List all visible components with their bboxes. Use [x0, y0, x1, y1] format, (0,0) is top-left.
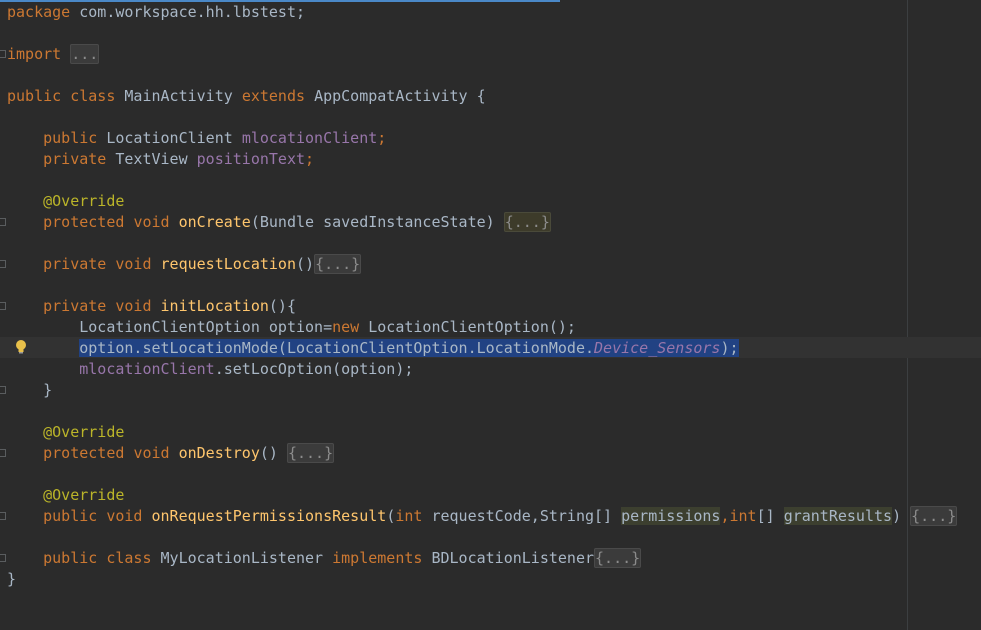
code-line-annotation[interactable]: @Override: [7, 422, 124, 443]
keyword: protected: [43, 444, 125, 462]
fold-marker-icon[interactable]: [0, 386, 6, 394]
fold-marker-icon[interactable]: [0, 449, 6, 457]
statement: .setLocOption(option);: [214, 360, 414, 378]
method-name: onDestroy: [178, 444, 260, 462]
keyword: class: [70, 87, 116, 105]
fold-marker-icon[interactable]: [0, 260, 6, 268]
unused-param: grantResults: [783, 507, 893, 525]
keyword: void: [115, 297, 152, 315]
code-line-oncreate[interactable]: protected void onCreate(Bundle savedInst…: [7, 212, 551, 233]
code-line-on-request-permissions[interactable]: public void onRequestPermissionsResult(i…: [7, 506, 958, 527]
parent-class: AppCompatActivity: [314, 87, 468, 105]
statement: LocationClientOption();: [359, 318, 576, 336]
folded-body[interactable]: {...}: [286, 443, 335, 463]
fold-marker-icon[interactable]: [0, 554, 6, 562]
code-line-set-loc-option[interactable]: mlocationClient.setLocOption(option);: [7, 359, 413, 380]
method-name: requestLocation: [160, 255, 296, 273]
code-line-annotation[interactable]: @Override: [7, 191, 124, 212]
fold-marker-icon[interactable]: [0, 50, 6, 58]
brace: }: [43, 381, 53, 399]
code-line-ondestroy[interactable]: protected void onDestroy() {...}: [7, 443, 335, 464]
fold-marker-icon[interactable]: [0, 512, 6, 520]
keyword: extends: [241, 87, 306, 105]
keyword: package: [7, 3, 71, 21]
fold-marker-icon[interactable]: [0, 218, 6, 226]
statement: option.setLocationMode(LocationClientOpt…: [79, 339, 595, 357]
folded-imports[interactable]: ...: [70, 44, 100, 64]
package-name: com.workspace.hh.lbstest;: [70, 3, 306, 21]
class-name: MyLocationListener: [151, 549, 333, 567]
keyword: import: [7, 45, 62, 63]
annotation: @Override: [43, 192, 125, 210]
keyword: void: [133, 444, 170, 462]
right-margin-guide: [907, 0, 908, 630]
fold-marker-icon[interactable]: [0, 302, 6, 310]
method-name: initLocation: [160, 297, 269, 315]
field-name: positionText: [196, 150, 306, 168]
enum-constant: Device_Sensors: [594, 339, 721, 357]
comma: ,: [720, 507, 730, 525]
keyword: public: [7, 87, 62, 105]
folded-body[interactable]: {...}: [314, 254, 362, 274]
code-line-package[interactable]: package com.workspace.hh.lbstest;: [7, 2, 305, 23]
keyword: void: [133, 213, 170, 231]
params: (): [259, 444, 287, 462]
folded-body[interactable]: {...}: [594, 548, 642, 568]
code-line-init-location[interactable]: private void initLocation(){: [7, 296, 296, 317]
code-line-import[interactable]: import ...: [7, 44, 100, 65]
keyword: new: [332, 318, 360, 336]
keyword: void: [115, 255, 152, 273]
keyword: class: [106, 549, 152, 567]
folded-body[interactable]: {...}: [503, 212, 551, 232]
annotation: @Override: [43, 486, 125, 504]
keyword: protected: [43, 213, 125, 231]
code-line-final-brace[interactable]: }: [7, 569, 16, 590]
field-name: mlocationClient: [79, 360, 215, 378]
params: []: [756, 507, 784, 525]
selected-text[interactable]: option.setLocationMode(LocationClientOpt…: [79, 339, 739, 357]
field-name: mlocationClient: [241, 129, 378, 147]
code-editor[interactable]: package com.workspace.hh.lbstest; import…: [0, 0, 981, 630]
folded-body[interactable]: {...}: [910, 506, 958, 526]
keyword: private: [43, 150, 107, 168]
params: (Bundle savedInstanceState): [250, 213, 504, 231]
params: (): [296, 255, 315, 273]
keyword: public: [43, 549, 98, 567]
code-line-set-location-mode[interactable]: option.setLocationMode(LocationClientOpt…: [7, 338, 739, 359]
keyword: void: [106, 507, 143, 525]
params: (){: [268, 297, 296, 315]
keyword: int: [729, 507, 757, 525]
class-name: MainActivity: [124, 87, 233, 105]
brace: }: [7, 570, 17, 588]
type-name: TextView: [106, 150, 197, 168]
code-line-class-declaration[interactable]: public class MainActivity extends AppCom…: [7, 86, 486, 107]
code-line-close-brace[interactable]: }: [7, 380, 52, 401]
keyword: private: [43, 255, 107, 273]
statement: LocationClientOption option=: [79, 318, 333, 336]
keyword: public: [43, 507, 98, 525]
unused-param: permissions: [621, 507, 721, 525]
keyword: private: [43, 297, 107, 315]
statement: );: [720, 339, 739, 357]
interface-name: BDLocationListener: [422, 549, 595, 567]
keyword: implements: [332, 549, 423, 567]
type-name: LocationClient: [97, 129, 242, 147]
code-line-field-location-client[interactable]: public LocationClient mlocationClient;: [7, 128, 386, 149]
params: ): [892, 507, 911, 525]
code-line-annotation[interactable]: @Override: [7, 485, 124, 506]
keyword: int: [395, 507, 423, 525]
keyword: public: [43, 129, 98, 147]
semicolon: ;: [377, 129, 387, 147]
method-name: onCreate: [178, 213, 251, 231]
code-line-inner-class[interactable]: public class MyLocationListener implemen…: [7, 548, 642, 569]
code-line-option[interactable]: LocationClientOption option=new Location…: [7, 317, 576, 338]
brace: {: [476, 87, 486, 105]
method-name: onRequestPermissionsResult: [151, 507, 387, 525]
code-line-request-location[interactable]: private void requestLocation(){...}: [7, 254, 362, 275]
params: requestCode,String[]: [422, 507, 622, 525]
annotation: @Override: [43, 423, 125, 441]
code-line-field-position-text[interactable]: private TextView positionText;: [7, 149, 314, 170]
params: (: [386, 507, 396, 525]
semicolon: ;: [305, 150, 315, 168]
